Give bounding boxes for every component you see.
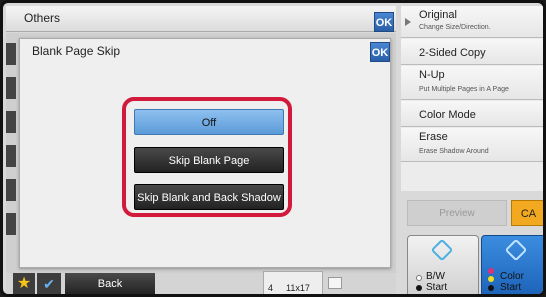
start-icon bbox=[504, 238, 528, 262]
menu-item-n-up[interactable]: N-Up Put Multiple Pages in A Page bbox=[401, 66, 543, 100]
options-highlight-frame: Off Skip Blank Page Skip Blank and Back … bbox=[122, 97, 292, 217]
menu-item-label: Color Mode bbox=[419, 109, 476, 121]
option-skip-blank-and-back-shadow-button[interactable]: Skip Blank and Back Shadow bbox=[134, 184, 284, 210]
clear-all-button[interactable]: CA bbox=[511, 200, 543, 226]
bw-indicator-icon bbox=[416, 285, 422, 291]
menu-item-sublabel: Put Multiple Pages in A Page bbox=[419, 86, 509, 93]
paper-count: 4 bbox=[268, 283, 274, 293]
others-header: Others OK bbox=[6, 6, 396, 32]
menu-item-sublabel: Erase Shadow Around bbox=[419, 148, 489, 155]
start-icon bbox=[430, 238, 454, 262]
bw-indicator-icon bbox=[416, 275, 422, 281]
menu-item-original[interactable]: Original Change Size/Direction. bbox=[401, 6, 543, 38]
color-start-button[interactable]: Color Start bbox=[481, 235, 543, 294]
right-function-menu: Original Change Size/Direction. 2-Sided … bbox=[401, 6, 543, 191]
background-stripe bbox=[6, 145, 16, 167]
background-stripe bbox=[6, 43, 16, 65]
background-stripe bbox=[6, 111, 16, 133]
favorite-star-icon[interactable]: ★ bbox=[13, 273, 35, 294]
color-indicator-icon bbox=[488, 276, 494, 282]
background-stripe bbox=[6, 77, 16, 99]
color-start-label: Start bbox=[500, 282, 522, 293]
others-ok-button[interactable]: OK bbox=[374, 12, 394, 32]
bw-start-button[interactable]: B/W Start bbox=[407, 235, 479, 294]
bw-start-label: B/W bbox=[426, 271, 445, 282]
menu-item-2-sided-copy[interactable]: 2-Sided Copy bbox=[401, 39, 543, 65]
dialog-ok-button[interactable]: OK bbox=[370, 42, 390, 62]
menu-item-label: N-Up bbox=[419, 69, 445, 81]
checkmark-icon[interactable]: ✔ bbox=[37, 273, 61, 294]
color-start-label: Color bbox=[500, 271, 524, 282]
menu-item-label: Original bbox=[419, 9, 457, 21]
menu-item-erase[interactable]: Erase Erase Shadow Around bbox=[401, 128, 543, 162]
option-off-button[interactable]: Off bbox=[134, 109, 284, 135]
paper-info[interactable]: 4 11x17 bbox=[263, 271, 323, 294]
back-button[interactable]: Back bbox=[65, 273, 155, 294]
menu-item-sublabel: Change Size/Direction. bbox=[419, 24, 491, 31]
menu-item-label: Erase bbox=[419, 131, 448, 143]
color-indicator-icon bbox=[488, 285, 494, 291]
menu-item-label: 2-Sided Copy bbox=[419, 47, 486, 59]
preview-button[interactable]: Preview bbox=[407, 200, 507, 226]
bw-start-label: Start bbox=[426, 282, 448, 293]
background-stripe bbox=[6, 179, 16, 201]
dialog-title: Blank Page Skip bbox=[32, 44, 121, 58]
color-indicator-icon bbox=[488, 268, 494, 274]
copier-screen: Others OK Blank Page Skip OK Off Skip Bl… bbox=[0, 0, 546, 297]
background-stripe bbox=[6, 213, 16, 235]
others-title: Others bbox=[24, 11, 61, 25]
expand-arrow-icon bbox=[405, 18, 411, 26]
option-skip-blank-page-button[interactable]: Skip Blank Page bbox=[134, 147, 284, 173]
blank-page-skip-dialog: Blank Page Skip OK Off Skip Blank Page S… bbox=[19, 38, 391, 268]
paper-size: 11x17 bbox=[286, 283, 310, 293]
paper-tray-icon bbox=[328, 277, 342, 289]
menu-item-color-mode[interactable]: Color Mode bbox=[401, 101, 543, 127]
